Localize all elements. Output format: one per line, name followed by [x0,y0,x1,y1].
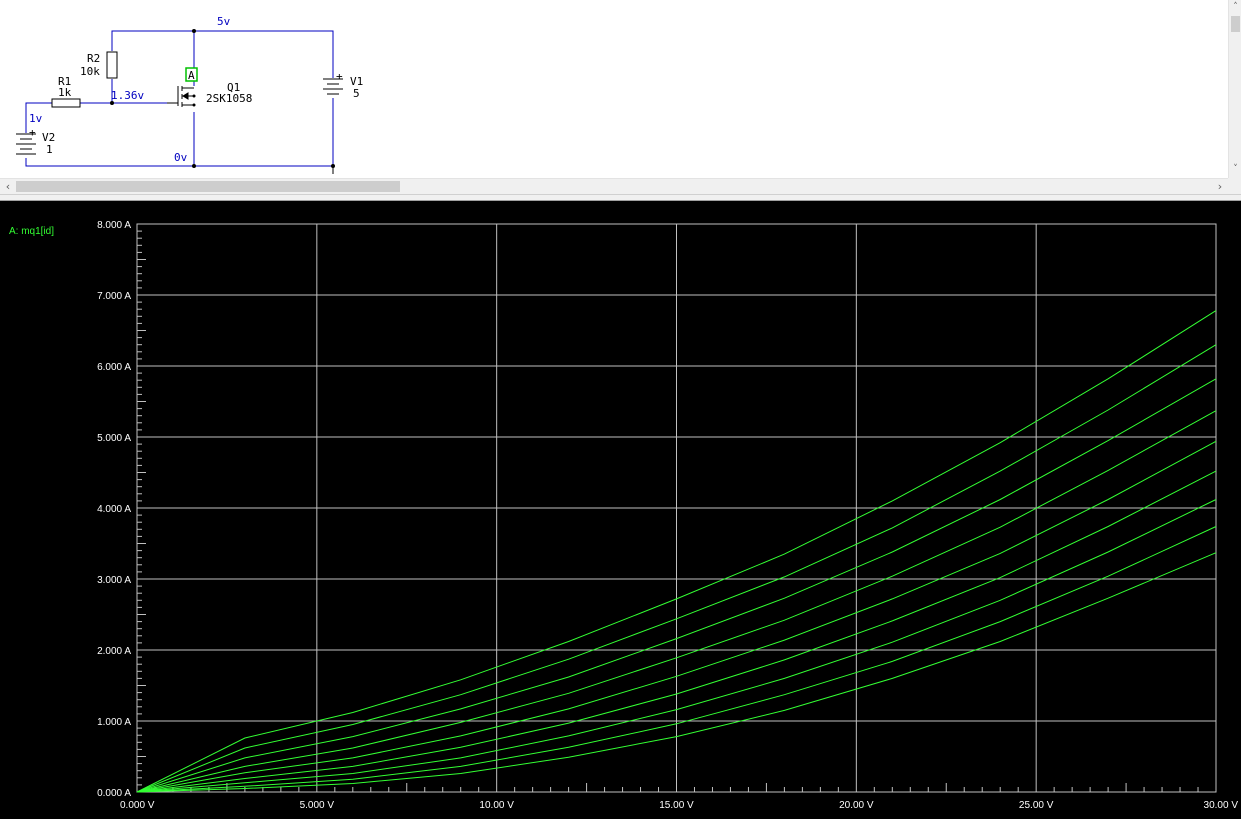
vertical-scroll-thumb[interactable] [1231,16,1240,32]
x-tick-label: 15.00 V [659,800,694,811]
x-axis-tick-labels: 0.000 V 5.000 V 10.00 V 15.00 V 20.00 V 25.00… [120,800,1238,811]
series-label: A: mq1[id] [9,226,54,237]
scroll-right-arrow[interactable]: › [1212,179,1228,194]
y-tick-label: 1.000 A [97,717,131,728]
vertical-scrollbar[interactable]: ˄ ˅ [1228,0,1241,178]
y-tick-label: 3.000 A [97,575,131,586]
wire-top-rail[interactable] [111,30,334,78]
scroll-left-arrow[interactable]: ‹ [0,179,16,194]
node-label-top: 5v [217,15,231,28]
waveform-viewer[interactable]: A: mq1[id] 0.000 A 1.000 A 2.000 A 3.000 A 4… [0,201,1241,819]
id-vds-plot[interactable]: A: mq1[id] 0.000 A 1.000 A 2.000 A 3.000 A 4… [0,201,1241,819]
y-tick-label: 7.000 A [97,291,131,302]
y-tick-label: 5.000 A [97,433,131,444]
x-tick-label: 10.00 V [479,800,514,811]
x-tick-label: 20.00 V [839,800,874,811]
scroll-corner [1228,178,1241,194]
mosfet-q1[interactable]: A Q1 2SK1058 [167,67,252,107]
probe-label: A [188,69,195,82]
x-tick-label: 25.00 V [1019,800,1054,811]
r2-value-label: 10k [80,65,100,78]
horizontal-scroll-thumb[interactable] [16,181,400,192]
r1-value-label: 1k [58,86,72,99]
plot-minor-ticks [137,230,1199,792]
v2-value-label: 1 [46,143,53,156]
resistor-r2[interactable]: R2 10k [80,51,118,79]
pane-splitter[interactable] [0,194,1241,201]
v1-plus-sign: + [336,70,343,83]
y-tick-label: 4.000 A [97,504,131,515]
voltage-source-v2[interactable]: + V2 1 [16,126,55,156]
node-label-input: 1v [29,112,43,125]
y-axis-tick-labels: 0.000 A 1.000 A 2.000 A 3.000 A 4.000 A 5.000… [97,220,131,799]
r2-ref-label: R2 [87,52,100,65]
scroll-down-arrow[interactable]: ˅ [1229,162,1241,176]
x-tick-label: 5.000 V [300,800,335,811]
node-label-ground: 0v [174,151,188,164]
y-tick-label: 6.000 A [97,362,131,373]
y-tick-label: 8.000 A [97,220,131,231]
voltage-source-v1[interactable]: + V1 5 [323,70,363,100]
y-tick-label: 0.000 A [97,788,131,799]
resistor-r1[interactable]: R1 1k [51,75,81,108]
r2-body[interactable] [106,51,118,79]
r1-body[interactable] [51,98,81,108]
junction-dot [192,164,196,168]
q1-arrow [182,92,189,100]
schematic-editor[interactable]: R2 10k R1 1k A Q1 2SK1058 + V1 5 + V2 1 … [0,0,1241,194]
x-tick-label: 0.000 V [120,800,155,811]
y-tick-label: 2.000 A [97,646,131,657]
junction-dot [192,29,196,33]
schematic-canvas[interactable]: R2 10k R1 1k A Q1 2SK1058 + V1 5 + V2 1 … [0,0,1228,178]
scroll-up-arrow[interactable]: ˄ [1229,0,1241,14]
plot-grid [136,223,1217,793]
v1-value-label: 5 [353,87,360,100]
v2-plus-sign: + [29,126,36,139]
node-label-gate: 1.36v [111,89,144,102]
horizontal-scrollbar[interactable]: ‹ › [0,178,1228,194]
q1-value-label: 2SK1058 [206,92,252,105]
x-tick-label: 30.00 V [1204,800,1239,811]
